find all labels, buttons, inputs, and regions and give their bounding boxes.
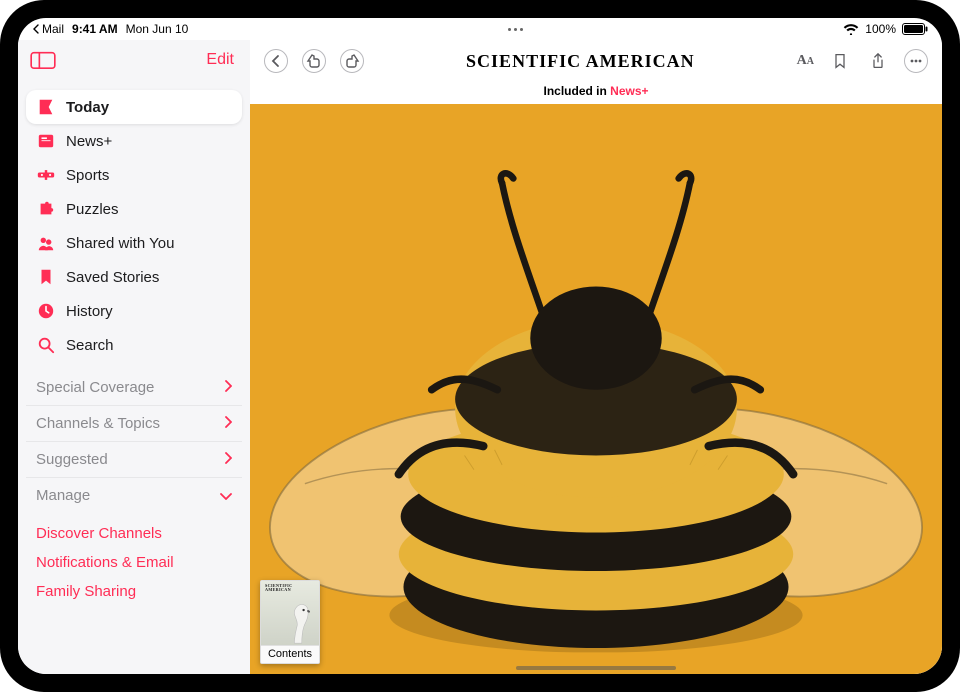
included-prefix: Included in	[543, 84, 610, 98]
cover-image[interactable]: SCIENTIFIC AMERICAN Contents	[250, 104, 942, 674]
share-button[interactable]	[866, 49, 890, 73]
dislike-button[interactable]	[302, 49, 326, 73]
chevron-right-icon	[224, 415, 232, 432]
ipad-frame: Mail 9:41 AM Mon Jun 10 100%	[0, 0, 960, 692]
sidebar-item-label: Puzzles	[66, 201, 119, 218]
battery-icon	[902, 23, 928, 35]
sidebar-item-today[interactable]: Today	[26, 90, 242, 124]
chevron-right-icon	[224, 379, 232, 396]
content-area: Edit Today News+ Sports	[18, 40, 942, 674]
section-manage[interactable]: Manage	[26, 477, 242, 513]
back-button[interactable]	[264, 49, 288, 73]
status-time: 9:41 AM	[72, 22, 118, 36]
sidebar-item-label: Shared with You	[66, 235, 174, 252]
status-bar: Mail 9:41 AM Mon Jun 10 100%	[18, 18, 942, 40]
sidebar-item-shared[interactable]: Shared with You	[26, 226, 242, 260]
history-icon	[36, 301, 56, 321]
publication-title: SCIENTIFIC AMERICAN	[374, 51, 787, 72]
wifi-icon	[843, 23, 859, 35]
save-button[interactable]	[828, 49, 852, 73]
section-suggested[interactable]: Suggested	[26, 441, 242, 477]
shared-icon	[36, 233, 56, 253]
sidebar-primary-list: Today News+ Sports Puzzles	[26, 90, 242, 362]
sidebar-item-search[interactable]: Search	[26, 328, 242, 362]
sidebar-sections: Special Coverage Channels & Topics Sugge…	[26, 370, 242, 612]
included-banner: Included in News+	[250, 82, 942, 104]
sidebar-item-label: Sports	[66, 167, 109, 184]
bee-illustration	[267, 164, 924, 652]
manage-links: Discover Channels Notifications & Email …	[26, 513, 242, 612]
sports-icon	[36, 165, 56, 185]
section-label: Special Coverage	[36, 379, 154, 396]
sidebar-item-puzzles[interactable]: Puzzles	[26, 192, 242, 226]
contents-button[interactable]: SCIENTIFIC AMERICAN Contents	[260, 580, 320, 664]
sidebar-item-label: Today	[66, 99, 109, 116]
contents-thumbnail-image: SCIENTIFIC AMERICAN	[261, 581, 319, 645]
included-brand: News+	[610, 84, 648, 98]
sidebar-item-sports[interactable]: Sports	[26, 158, 242, 192]
more-button[interactable]	[904, 49, 928, 73]
sidebar-item-label: History	[66, 303, 113, 320]
section-special-coverage[interactable]: Special Coverage	[26, 370, 242, 405]
newsplus-icon	[36, 131, 56, 151]
sidebar: Edit Today News+ Sports	[18, 40, 250, 674]
article-view: SCIENTIFIC AMERICAN AA Included in News+	[250, 40, 942, 674]
section-channels-topics[interactable]: Channels & Topics	[26, 405, 242, 441]
link-notifications-email[interactable]: Notifications & Email	[36, 548, 232, 577]
edit-button[interactable]: Edit	[206, 51, 234, 69]
contents-label: Contents	[261, 645, 319, 663]
section-label: Manage	[36, 487, 90, 504]
chevron-right-icon	[224, 451, 232, 468]
like-button[interactable]	[340, 49, 364, 73]
back-app-label: Mail	[42, 22, 64, 36]
parrot-icon	[285, 599, 313, 645]
home-indicator[interactable]	[516, 666, 676, 670]
sidebar-toggle-icon[interactable]	[30, 50, 56, 70]
thumb-title-bottom: AMERICAN	[265, 588, 292, 592]
status-date: Mon Jun 10	[126, 22, 189, 36]
link-family-sharing[interactable]: Family Sharing	[36, 577, 232, 606]
sidebar-item-history[interactable]: History	[26, 294, 242, 328]
link-discover-channels[interactable]: Discover Channels	[36, 519, 232, 548]
text-size-button[interactable]: AA	[797, 49, 814, 73]
section-label: Channels & Topics	[36, 415, 160, 432]
article-toolbar: SCIENTIFIC AMERICAN AA	[250, 40, 942, 82]
search-icon	[36, 335, 56, 355]
sidebar-item-saved[interactable]: Saved Stories	[26, 260, 242, 294]
puzzle-icon	[36, 199, 56, 219]
sidebar-item-label: Search	[66, 337, 114, 354]
sidebar-item-label: News+	[66, 133, 112, 150]
battery-percent: 100%	[865, 22, 896, 36]
back-to-app[interactable]: Mail	[32, 22, 64, 36]
sidebar-item-newsplus[interactable]: News+	[26, 124, 242, 158]
chevron-down-icon	[220, 487, 232, 504]
section-label: Suggested	[36, 451, 108, 468]
bookmark-icon	[36, 267, 56, 287]
news-icon	[36, 97, 56, 117]
sidebar-item-label: Saved Stories	[66, 269, 159, 286]
multitask-dots-icon[interactable]	[188, 28, 843, 31]
screen: Mail 9:41 AM Mon Jun 10 100%	[18, 18, 942, 674]
